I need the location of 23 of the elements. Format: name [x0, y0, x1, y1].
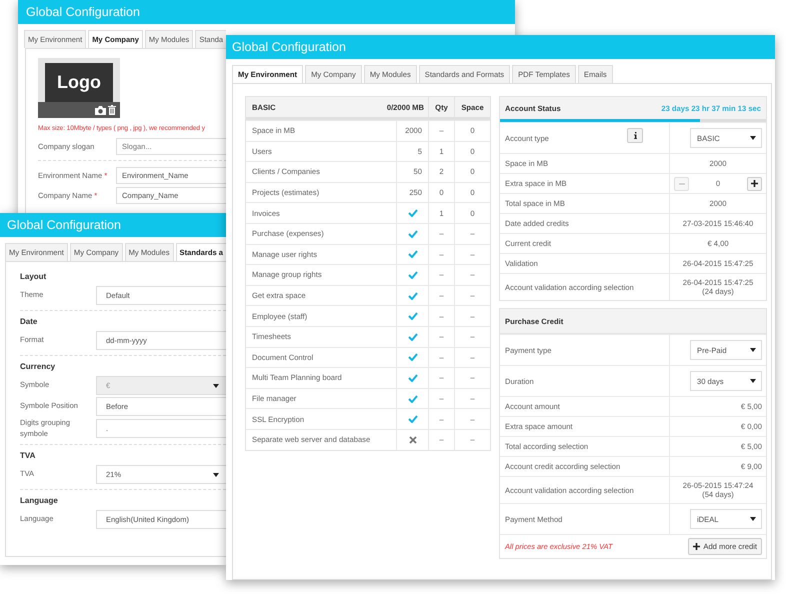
window-title: Global Configuration: [7, 218, 121, 232]
increase-button[interactable]: [746, 176, 762, 190]
caret-icon: [750, 379, 756, 383]
info-button[interactable]: [627, 128, 643, 143]
window-title: Global Configuration: [26, 5, 140, 19]
caret-icon: [750, 517, 756, 521]
section-heading: Language: [20, 496, 59, 505]
section-heading: TVA: [20, 451, 36, 460]
plus-icon: [750, 180, 758, 187]
window-title: Global Configuration: [232, 40, 346, 54]
logo: Logo: [45, 63, 113, 102]
caret-icon: [750, 136, 756, 140]
caret-icon: [213, 472, 219, 476]
plus-icon: [693, 543, 700, 550]
caret-icon: [213, 384, 219, 388]
trash-icon: [108, 105, 116, 115]
minus-icon: [678, 182, 684, 184]
section-heading: Layout: [20, 272, 48, 281]
section-heading: Currency: [20, 362, 56, 371]
section-heading: Date: [20, 317, 38, 326]
info-icon: [634, 132, 636, 139]
camera-icon: [95, 106, 106, 114]
caret-icon: [750, 348, 756, 352]
